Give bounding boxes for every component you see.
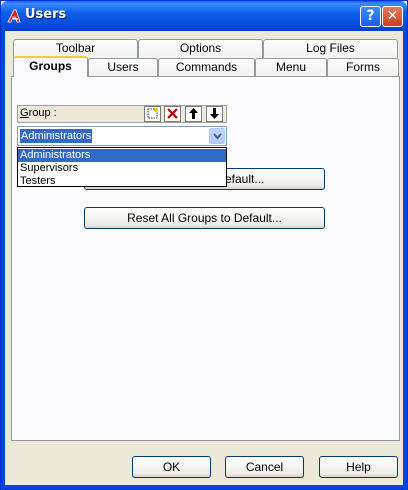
window-title: Users: [25, 7, 67, 22]
chevron-down-icon: [213, 133, 222, 140]
frame-left: [1, 31, 5, 490]
dropdown-option-supervisors[interactable]: Supervisors: [18, 162, 226, 175]
ok-button[interactable]: OK: [132, 456, 211, 478]
frame-bottom: [1, 485, 408, 489]
reset-all-groups-button[interactable]: Reset All Groups to Default...: [84, 207, 325, 229]
move-down-icon: [210, 108, 219, 119]
cancel-button[interactable]: Cancel: [225, 456, 304, 478]
users-dialog: Users ? ✕ Toolbar Options Log Files Grou…: [0, 0, 408, 490]
combobox-dropdown-button[interactable]: [209, 128, 225, 144]
reset-all-groups-label: Reset All Groups to Default...: [127, 211, 282, 225]
group-dropdown-list: Administrators Supervisors Testers: [17, 147, 227, 187]
group-label: Group :: [20, 107, 57, 119]
tab-menu[interactable]: Menu: [255, 58, 327, 76]
reset-group-button-label: efault...: [225, 172, 265, 186]
tab-users[interactable]: Users: [88, 58, 158, 76]
move-up-icon: [189, 108, 198, 119]
tab-commands[interactable]: Commands: [158, 58, 255, 76]
delete-icon: [167, 108, 178, 119]
tab-groups[interactable]: Groups: [13, 56, 88, 77]
group-combobox[interactable]: Administrators: [17, 126, 227, 146]
close-button[interactable]: ✕: [382, 6, 403, 27]
tab-log-files[interactable]: Log Files: [263, 39, 398, 58]
frame-right: [403, 31, 407, 490]
help-button[interactable]: Help: [319, 456, 398, 478]
group-combobox-value: Administrators: [20, 129, 93, 143]
tab-options[interactable]: Options: [138, 39, 263, 58]
app-icon: [7, 9, 21, 23]
tab-forms[interactable]: Forms: [327, 58, 399, 76]
delete-group-button[interactable]: [164, 106, 181, 122]
move-down-button[interactable]: [206, 106, 223, 122]
move-up-button[interactable]: [185, 106, 202, 122]
new-group-button[interactable]: [144, 106, 161, 122]
dropdown-option-administrators[interactable]: Administrators: [18, 149, 226, 162]
title-bar[interactable]: Users ? ✕: [1, 1, 407, 31]
new-icon: [147, 108, 158, 119]
help-title-button[interactable]: ?: [360, 6, 381, 27]
dropdown-option-testers[interactable]: Testers: [18, 175, 226, 188]
